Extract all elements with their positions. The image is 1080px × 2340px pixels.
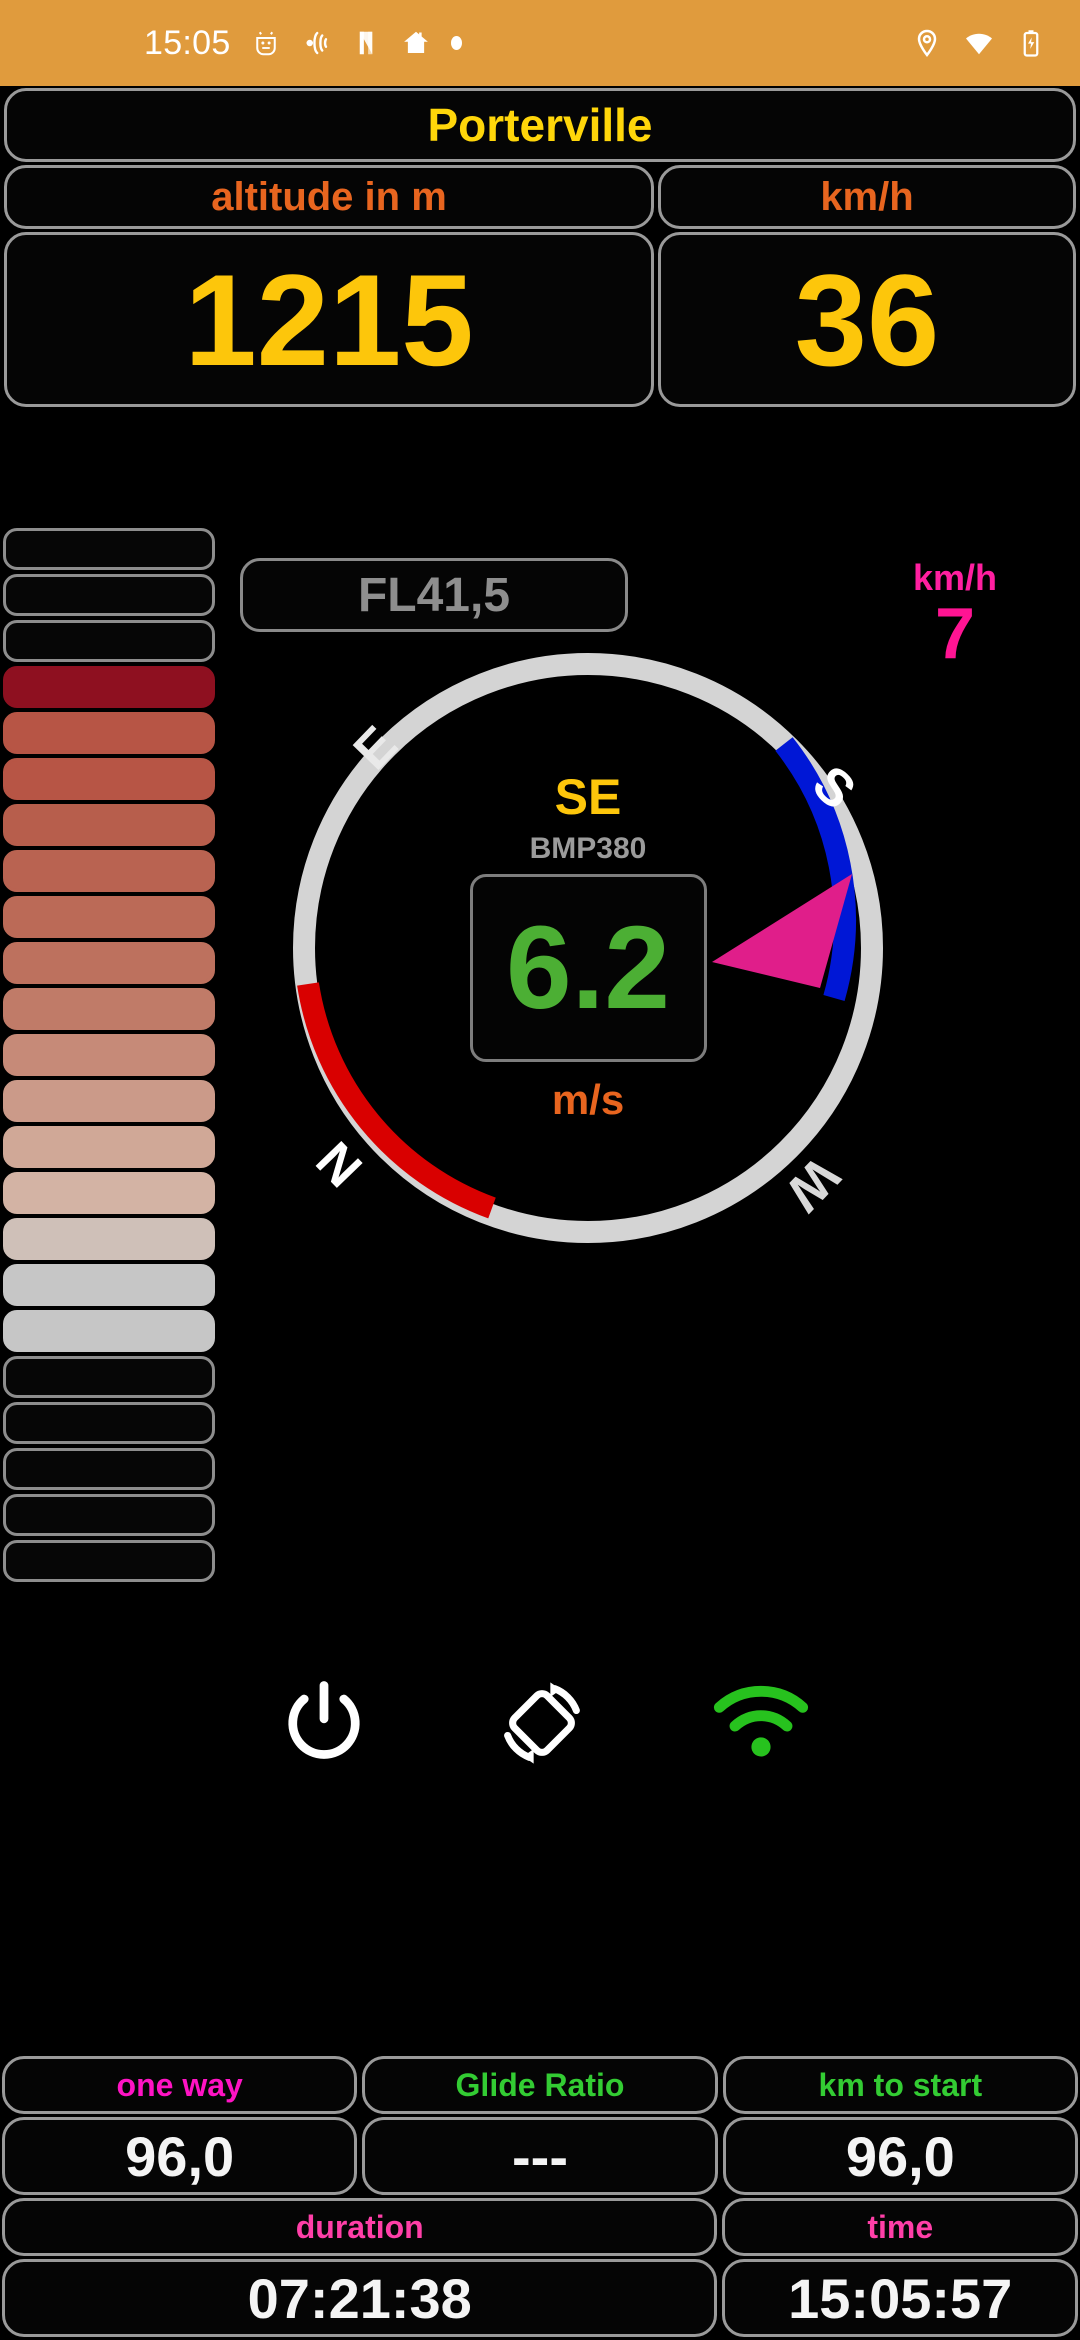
vibrate-icon [301, 28, 331, 58]
speed-unit-cell[interactable]: km/h [658, 165, 1076, 229]
stats-row1-values: 96,0 --- 96,0 [2, 2117, 1078, 2195]
more-dot-icon [450, 36, 462, 50]
unit-labels-row: altitude in m km/h [4, 165, 1076, 229]
glide-ratio-label: Glide Ratio [455, 2066, 625, 2103]
altitude-unit-label: altitude in m [211, 174, 447, 219]
battery-charging-icon [1016, 28, 1046, 58]
vario-ladder-bar [3, 804, 215, 846]
vario-ladder-bar [3, 666, 215, 708]
top-metrics-panel: Porterville altitude in m km/h 1215 36 [0, 88, 1080, 407]
compass-dial[interactable]: E S N W [268, 628, 908, 1268]
time-value: 15:05:57 [788, 2266, 1013, 2330]
km-to-start-value: 96,0 [845, 2124, 955, 2188]
vario-ladder-bar [3, 1264, 215, 1306]
android-debug-icon [251, 28, 281, 58]
vario-ladder-bar [3, 1080, 215, 1122]
stat-value-cell[interactable]: 96,0 [722, 2117, 1078, 2195]
vario-ladder-bar [3, 1126, 215, 1168]
location-title-cell[interactable]: Porterville [4, 88, 1076, 162]
vario-ladder-bar [3, 988, 215, 1030]
instrument-stage: FL41,5 km/h 7 E S N W SE BMP380 6.2 m/s [0, 528, 1080, 1998]
values-row: 1215 36 [4, 232, 1076, 407]
wifi-icon[interactable] [711, 1673, 811, 1773]
stats-row1-labels: one way Glide Ratio km to start [2, 2056, 1078, 2114]
vario-ladder-bar [3, 1172, 215, 1214]
stat-label-cell[interactable]: Glide Ratio [362, 2056, 718, 2114]
one-way-label: one way [116, 2066, 243, 2103]
page-title: Porterville [427, 99, 653, 151]
status-bar-right [912, 28, 1046, 58]
speed-value: 36 [794, 246, 940, 393]
speed-unit-label: km/h [820, 174, 914, 219]
vario-ladder-bar [3, 758, 215, 800]
bottom-stats-panel: one way Glide Ratio km to start 96,0 ---… [0, 2056, 1080, 2340]
vario-ladder-bar [3, 1494, 215, 1536]
duration-label: duration [295, 2208, 424, 2245]
netflix-icon [351, 28, 381, 58]
status-clock: 15:05 [144, 23, 231, 62]
vario-ladder-bar [3, 1034, 215, 1076]
duration-value: 07:21:38 [247, 2266, 472, 2330]
stat-value-cell[interactable]: 96,0 [2, 2117, 358, 2195]
vario-ladder-bar [3, 574, 215, 616]
wind-unit-label: km/h [912, 557, 998, 598]
home-icon [401, 28, 431, 58]
stat-label-cell[interactable]: km to start [722, 2056, 1078, 2114]
vario-ladder-bar [3, 1218, 215, 1260]
speed-value-cell[interactable]: 36 [658, 232, 1076, 407]
wifi-icon [964, 28, 994, 58]
cardinal-n: N [306, 1130, 374, 1197]
screen-rotation-icon[interactable] [492, 1673, 592, 1773]
vario-ladder-bar [3, 850, 215, 892]
vario-ladder-bar [3, 712, 215, 754]
vario-ladder-bar [3, 1310, 215, 1352]
altitude-unit-cell[interactable]: altitude in m [4, 165, 654, 229]
control-icon-row [215, 1653, 870, 1793]
stat-value-cell[interactable]: 07:21:38 [2, 2259, 718, 2337]
time-label: time [867, 2208, 934, 2245]
stats-row2-labels: duration time [2, 2198, 1078, 2256]
stat-label-cell[interactable]: one way [2, 2056, 358, 2114]
status-bar-left: 15:05 [144, 24, 462, 63]
one-way-value: 96,0 [125, 2124, 235, 2188]
vario-ladder-bar [3, 1540, 215, 1582]
status-bar: 15:05 [0, 0, 1080, 86]
altitude-value-cell[interactable]: 1215 [4, 232, 654, 407]
stat-label-cell[interactable]: duration [2, 2198, 718, 2256]
vario-ladder-bar [3, 620, 215, 662]
vario-ladder-bar [3, 942, 215, 984]
vario-ladder-bar [3, 1448, 215, 1490]
vario-ladder-bar [3, 528, 215, 570]
flight-level-label: FL41,5 [357, 568, 511, 622]
location-pin-icon [912, 28, 942, 58]
stat-value-cell[interactable]: --- [362, 2117, 718, 2195]
stats-row2-values: 07:21:38 15:05:57 [2, 2259, 1078, 2337]
km-to-start-label: km to start [818, 2066, 983, 2103]
glide-ratio-value: --- [512, 2124, 568, 2188]
altitude-value: 1215 [184, 246, 474, 393]
power-icon[interactable] [274, 1673, 374, 1773]
vario-ladder-bar [3, 896, 215, 938]
stat-label-cell[interactable]: time [722, 2198, 1078, 2256]
vario-ladder-bar [3, 1356, 215, 1398]
flight-level-badge[interactable]: FL41,5 [240, 558, 628, 632]
vario-ladder-bar [3, 1402, 215, 1444]
stat-value-cell[interactable]: 15:05:57 [722, 2259, 1078, 2337]
vario-ladder[interactable] [3, 528, 215, 1586]
